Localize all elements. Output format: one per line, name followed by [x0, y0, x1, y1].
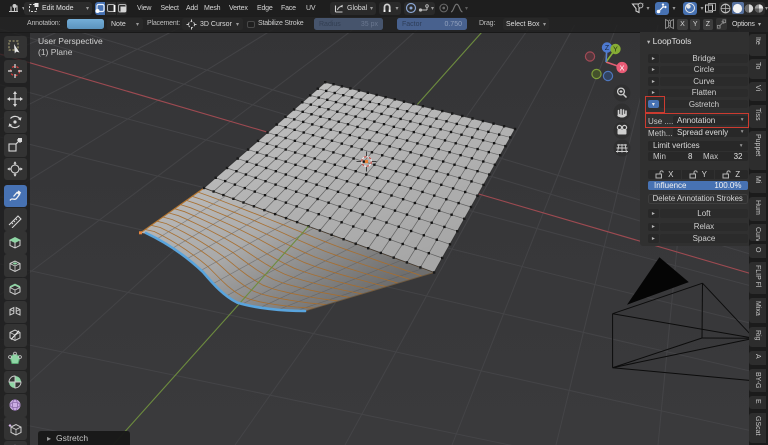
svg-text:(1) Plane: (1) Plane — [38, 47, 73, 57]
svg-text:X: X — [619, 63, 624, 72]
svg-text:User Perspective: User Perspective — [38, 36, 103, 46]
svg-text:Z: Z — [605, 45, 610, 52]
svg-text:Gstretch: Gstretch — [56, 433, 88, 443]
svg-text:Y: Y — [613, 47, 618, 54]
svg-text:▸: ▸ — [47, 434, 51, 443]
